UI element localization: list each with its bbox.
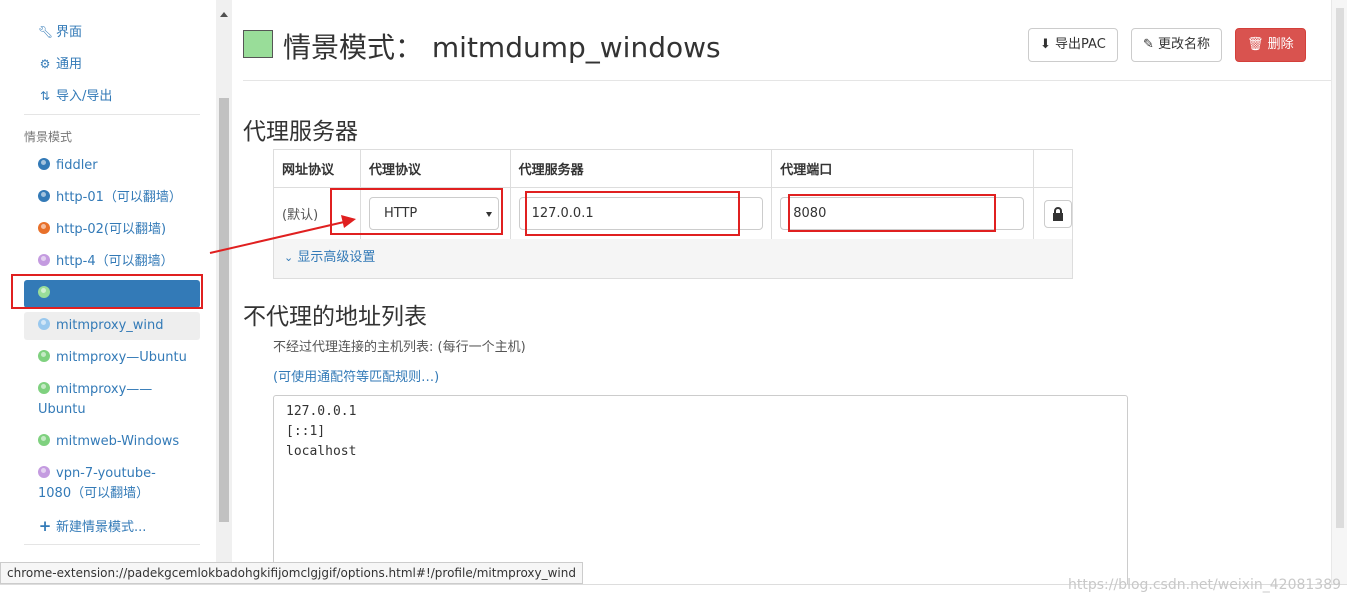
annotation-arrow xyxy=(209,215,356,254)
main-scrollbar-thumb[interactable] xyxy=(1336,8,1344,528)
status-url-bar: chrome-extension://padekgcemlokbadohgkif… xyxy=(0,562,583,584)
main-scrollbar[interactable] xyxy=(1331,0,1347,606)
watermark: https://blog.csdn.net/weixin_42081389 xyxy=(1068,577,1342,593)
